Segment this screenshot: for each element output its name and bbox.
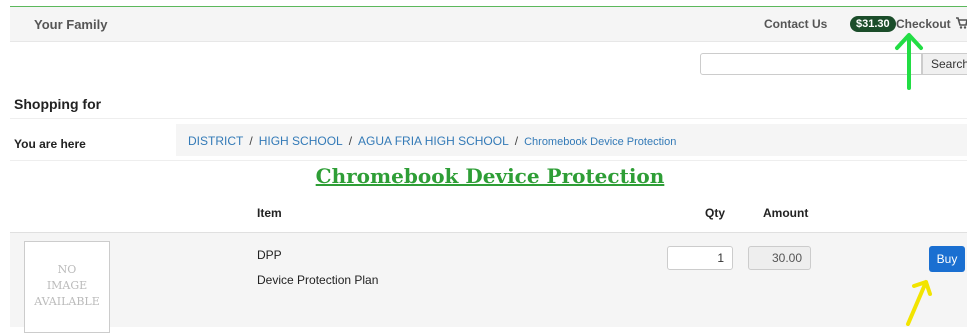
you-are-here-label: You are here xyxy=(14,137,86,151)
search-button[interactable]: Search xyxy=(922,53,967,75)
shopping-for-heading: Shopping for xyxy=(14,96,102,112)
breadcrumb-separator: / xyxy=(514,134,519,148)
item-sku: DPP xyxy=(257,248,282,262)
breadcrumb-high-school[interactable]: HIGH SCHOOL xyxy=(259,134,343,148)
breadcrumb-agua-fria[interactable]: AGUA FRIA HIGH SCHOOL xyxy=(358,134,509,148)
no-image-placeholder: NO IMAGE AVAILABLE xyxy=(24,241,110,333)
table-row: NO IMAGE AVAILABLE DPP Device Protection… xyxy=(10,232,967,333)
breadcrumb: DISTRICT / HIGH SCHOOL / AGUA FRIA HIGH SCHO… xyxy=(176,124,967,156)
column-header-amount: Amount xyxy=(763,206,809,220)
checkout-link[interactable]: Checkout xyxy=(896,17,951,31)
top-navbar: Your Family Contact Us $31.30 Checkout xyxy=(10,6,967,42)
brand-link[interactable]: Your Family xyxy=(34,17,107,32)
amount-field: 30.00 xyxy=(748,246,811,270)
contact-us-link[interactable]: Contact Us xyxy=(764,17,827,31)
divider xyxy=(10,118,967,119)
yellow-arrow-annotation xyxy=(906,280,932,326)
breadcrumb-separator: / xyxy=(249,134,253,148)
no-image-text: AVAILABLE xyxy=(34,295,100,308)
column-header-qty: Qty xyxy=(705,206,726,220)
shopping-cart-icon[interactable] xyxy=(955,16,967,29)
breadcrumb-current[interactable]: Chromebook Device Protection xyxy=(524,136,676,148)
page-title: Chromebook Device Protection xyxy=(315,164,665,188)
quantity-input[interactable]: 1 xyxy=(667,246,733,270)
breadcrumb-district[interactable]: DISTRICT xyxy=(188,134,243,148)
green-arrow-annotation xyxy=(895,33,923,90)
buy-button[interactable]: Buy xyxy=(929,246,965,272)
divider xyxy=(10,160,967,161)
search-input[interactable] xyxy=(700,53,922,75)
column-header-item: Item xyxy=(257,206,282,220)
breadcrumb-separator: / xyxy=(348,134,353,148)
cart-total-badge[interactable]: $31.30 xyxy=(850,16,896,32)
no-image-text: NO xyxy=(57,263,77,276)
no-image-text: IMAGE xyxy=(46,279,88,292)
item-description: Device Protection Plan xyxy=(257,273,379,287)
